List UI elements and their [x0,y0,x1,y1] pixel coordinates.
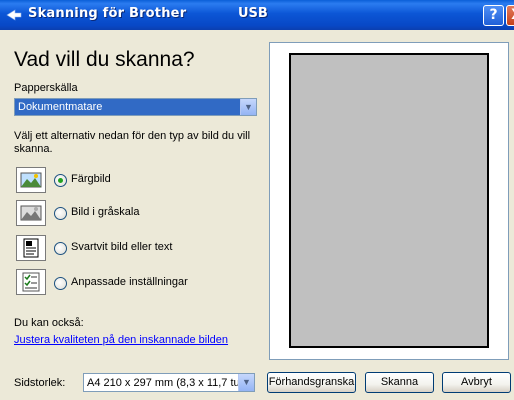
scan-button[interactable]: Skanna [365,372,434,393]
close-button[interactable]: X [506,5,514,26]
bw-text-icon[interactable] [16,235,46,261]
custom-settings-icon[interactable] [16,269,46,295]
help-icon: ? [489,7,498,23]
cancel-button[interactable]: Avbryt [442,372,511,393]
option-label-bw[interactable]: Svartvit bild eller text [71,241,172,253]
chevron-down-icon[interactable]: ▼ [240,99,256,115]
paper-source-value: Dokumentmatare [18,101,103,113]
page-size-label: Sidstorlek: [14,377,66,389]
scanner-icon [6,9,22,21]
option-radio-color[interactable] [54,174,67,187]
title-bar[interactable]: Skanning för Brother USB ? X [0,0,514,30]
window-title: Skanning för Brother [28,6,187,21]
preview-page [289,53,489,348]
option-label-grayscale[interactable]: Bild i gråskala [71,206,139,218]
page-title: Vad vill du skanna? [14,48,195,71]
window-title-suffix: USB [238,6,268,21]
option-label-color[interactable]: Färgbild [71,173,111,185]
instructions-text: Välj ett alternativ nedan för den typ av… [14,130,251,155]
paper-source-label: Papperskälla [14,82,78,94]
help-button[interactable]: ? [483,5,504,26]
grayscale-picture-icon[interactable] [16,200,46,226]
option-radio-bw[interactable] [54,242,67,255]
preview-button[interactable]: Förhandsgranska [267,372,356,393]
paper-source-select[interactable]: Dokumentmatare ▼ [14,98,257,116]
color-picture-icon[interactable] [16,167,46,193]
also-label: Du kan också: [14,317,84,329]
page-size-select[interactable]: A4 210 x 297 mm (8,3 x 11,7 tum) [83,373,255,392]
chevron-down-icon[interactable]: ▼ [238,374,254,391]
option-label-custom[interactable]: Anpassade inställningar [71,276,188,288]
adjust-quality-link[interactable]: Justera kvaliteten på den inskannade bil… [14,334,228,346]
page-size-value: A4 210 x 297 mm (8,3 x 11,7 tum) [87,377,253,389]
option-radio-grayscale[interactable] [54,207,67,220]
option-radio-custom[interactable] [54,277,67,290]
